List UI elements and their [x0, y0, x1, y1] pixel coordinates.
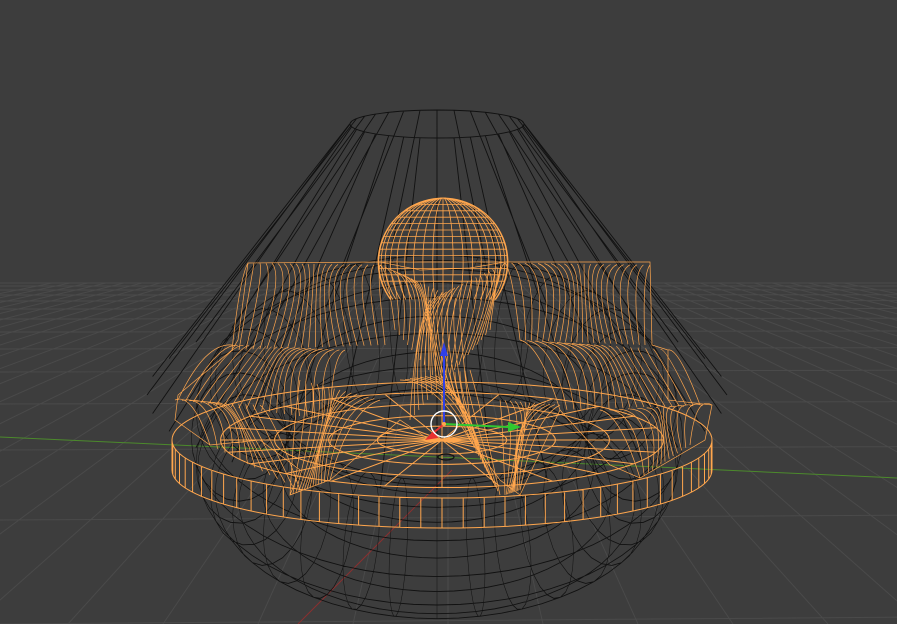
- 3d-viewport[interactable]: [0, 0, 897, 624]
- dome-mesh: [377, 197, 509, 300]
- pivot-point-icon: [442, 422, 446, 426]
- viewport-scene-canvas[interactable]: [0, 0, 897, 624]
- dome-sphere-wireframe[interactable]: [377, 197, 509, 300]
- z-arrow-head-icon[interactable]: [440, 342, 448, 356]
